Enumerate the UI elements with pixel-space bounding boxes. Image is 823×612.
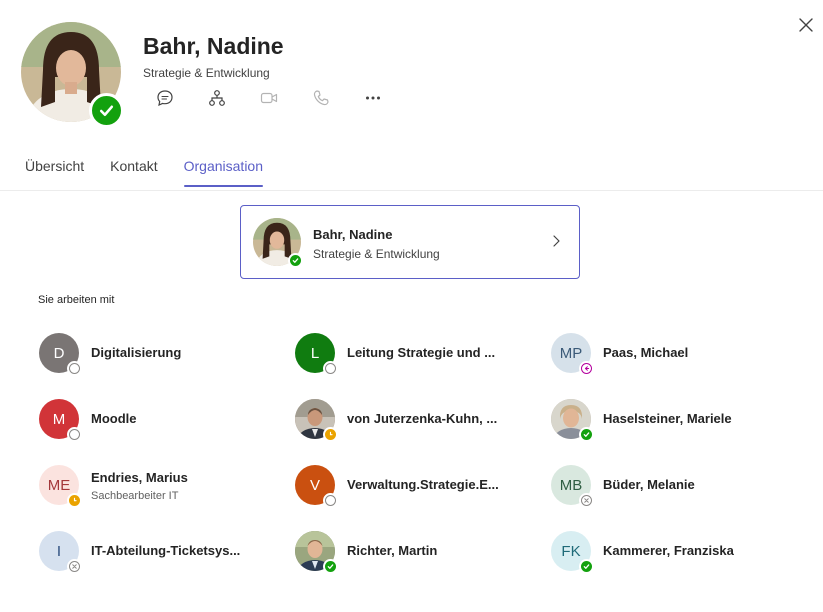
colleague-name: Haselsteiner, Mariele [603,411,732,426]
close-icon [799,18,813,32]
colleague-name: von Juterzenka-Kuhn, ... [347,411,498,426]
colleague-name: Kammerer, Franziska [603,543,734,558]
presence-available-badge [579,427,594,442]
presence-offline-badge [323,493,338,508]
colleague-item[interactable]: MB Büder, Melanie [550,464,780,508]
presence-away-badge [67,493,82,508]
colleague-item[interactable]: von Juterzenka-Kuhn, ... [294,398,524,442]
presence-unknown-badge [67,559,82,574]
video-call-button[interactable] [257,86,281,110]
manager-name: Bahr, Nadine [313,227,393,242]
presence-offline-badge [67,361,82,376]
colleague-name: Endries, Marius [91,470,188,485]
checkmark-icon [327,564,334,569]
presence-available-badge [579,559,594,574]
colleague-item[interactable]: FK Kammerer, Franziska [550,530,780,574]
colleague-item[interactable]: M Moodle [38,398,268,442]
presence-offline-badge [323,361,338,376]
audio-call-button[interactable] [309,86,333,110]
presence-offline-badge [67,427,82,442]
manager-department: Strategie & Entwicklung [313,247,440,261]
colleague-item[interactable]: ME Endries, Marius Sachbearbeiter IT [38,464,268,508]
unknown-status-icon [584,498,589,503]
presence-available-badge [323,559,338,574]
audio-call-icon [313,90,329,106]
tab-overview[interactable]: Übersicht [25,158,84,186]
profile-tabs: Übersicht Kontakt Organisation [25,158,289,187]
colleague-name: IT-Abteilung-Ticketsys... [91,543,241,558]
colleague-name: Paas, Michael [603,345,689,360]
colleague-item[interactable]: L Leitung Strategie und ... [294,332,524,376]
colleagues-heading: Sie arbeiten mit [38,294,115,306]
presence-available-badge [288,253,303,268]
checkmark-icon [583,432,590,437]
profile-actions [153,86,413,110]
colleague-name: Digitalisierung [91,345,182,360]
clock-icon [329,431,333,436]
presence-available-badge [89,93,124,128]
more-options-icon [366,96,380,100]
close-button[interactable] [795,14,817,36]
profile-name: Bahr, Nadine [143,33,284,59]
checkmark-icon [99,105,114,117]
colleague-name: Moodle [91,411,137,426]
presence-unknown-badge [579,493,594,508]
colleague-name: Büder, Melanie [603,477,695,492]
colleague-name: Leitung Strategie und ... [347,345,496,360]
tabs-divider [0,190,823,191]
colleague-name: Verwaltung.Strategie.E... [347,477,499,492]
colleague-item[interactable]: D Digitalisierung [38,332,268,376]
checkmark-icon [583,564,590,569]
colleague-title: Sachbearbeiter IT [91,490,179,502]
checkmark-icon [292,258,299,263]
tab-organisation[interactable]: Organisation [183,158,264,187]
chat-button[interactable] [153,86,177,110]
video-call-icon [260,92,278,104]
presence-away-badge [323,427,338,442]
out-of-office-icon [584,366,590,371]
colleague-item[interactable]: I IT-Abteilung-Ticketsys... [38,530,268,574]
more-options-button[interactable] [361,86,385,110]
manager-card[interactable]: Bahr, Nadine Strategie & Entwicklung [240,205,580,279]
chevron-right-icon [548,233,564,249]
chat-icon [157,90,173,107]
presence-out-of-office-badge [579,361,594,376]
colleague-name: Richter, Martin [347,543,438,558]
clock-icon [73,497,77,502]
colleague-item[interactable]: MP Paas, Michael [550,332,780,376]
colleague-item[interactable]: Richter, Martin [294,530,524,574]
tab-contact[interactable]: Kontakt [110,158,157,186]
org-chart-icon [209,90,225,106]
colleague-item[interactable]: Haselsteiner, Mariele [550,398,780,442]
org-chart-button[interactable] [205,86,229,110]
unknown-status-icon [72,564,77,569]
profile-department: Strategie & Entwicklung [143,66,270,80]
colleague-item[interactable]: V Verwaltung.Strategie.E... [294,464,524,508]
